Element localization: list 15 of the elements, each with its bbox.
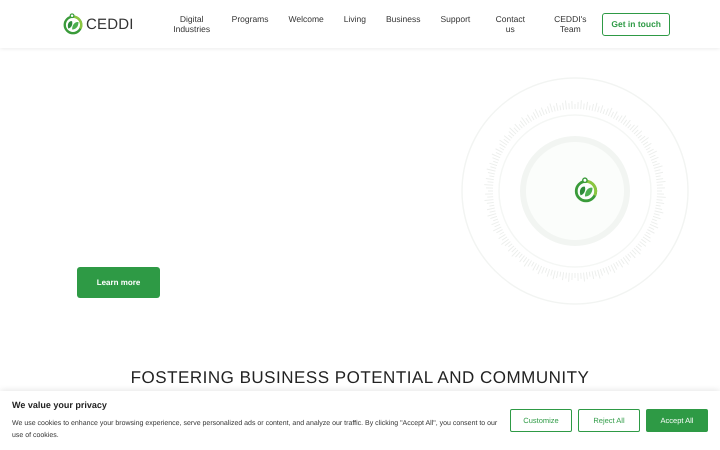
- logo-icon: [573, 177, 599, 203]
- nav-link[interactable]: CEDDI's Team: [550, 14, 590, 34]
- logo-icon: [62, 13, 84, 35]
- nav-link[interactable]: Welcome: [288, 14, 324, 24]
- nav-link[interactable]: Digital Industries: [172, 14, 212, 34]
- logo-text: CEDDI: [86, 16, 134, 32]
- nav-link[interactable]: Business: [386, 14, 421, 24]
- nav-link[interactable]: Living: [344, 14, 366, 24]
- section-heading: FOSTERING BUSINESS POTENTIAL AND COMMUNITY: [130, 368, 590, 388]
- nav-link[interactable]: Contact us: [490, 14, 530, 34]
- get-in-touch-button[interactable]: Get in touch: [602, 12, 670, 36]
- learn-more-button[interactable]: Learn more: [77, 267, 160, 298]
- cookie-title: We value your privacy: [12, 400, 108, 410]
- nav-link[interactable]: Programs: [232, 14, 269, 24]
- nav-link[interactable]: Support: [440, 14, 470, 24]
